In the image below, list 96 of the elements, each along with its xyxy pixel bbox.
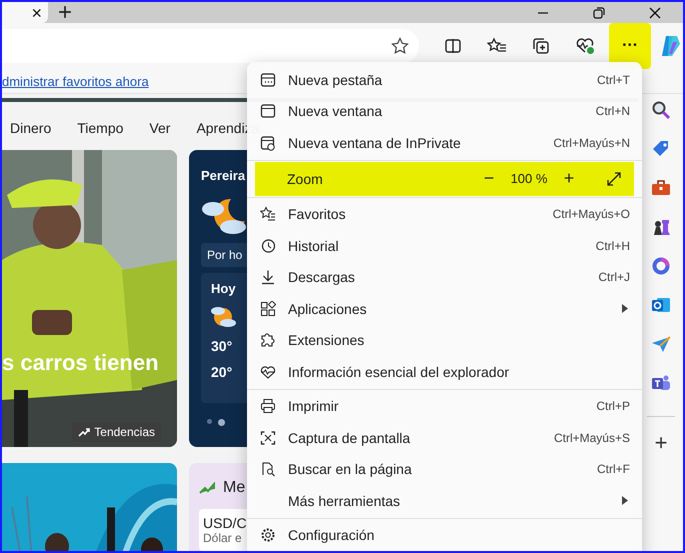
trend-arrow-icon [78,427,90,437]
menu-item-label: Favoritos [288,206,347,222]
menu-item-label: Descargas [288,269,356,286]
paper-plane-icon[interactable] [651,334,671,354]
zoom-level: 100 % [510,171,548,186]
menu-item[interactable]: Información esencial del explorador [247,356,642,388]
hourly-tab[interactable]: Por ho [201,243,247,267]
new-tab-icon [260,72,276,88]
menu-item[interactable]: Más herramientas [247,485,642,516]
close-icon[interactable] [649,6,661,18]
menu-item-label: Captura de pantalla [288,430,412,446]
trend-up-icon [199,482,215,494]
add-button[interactable]: + [654,432,668,454]
trending-badge[interactable]: Tendencias [72,422,161,442]
low-temperature: 20° [211,364,232,380]
carousel-dot[interactable] [207,419,212,424]
printer-icon [260,398,276,414]
menu-item-label: Nueva ventana de InPrivate [288,134,462,151]
shortcut-text: Ctrl+N [596,104,630,118]
mail-app-icon[interactable] [651,295,671,315]
badge-label: Tendencias [94,425,155,439]
search-icon[interactable] [651,100,671,120]
carousel-dot[interactable] [218,419,225,426]
menu-item[interactable]: Historial Ctrl+H [247,230,642,262]
collections-icon[interactable] [532,37,550,55]
zoom-out-button[interactable]: − [474,168,504,189]
markets-title: Me [223,479,246,497]
puzzle-icon [260,332,276,348]
copilot-icon[interactable] [659,34,683,58]
shortcut-text: Ctrl+Mayús+N [553,136,630,150]
currency-pair: USD/C [203,515,247,531]
window-icon [260,103,276,120]
markets-card[interactable]: Me USD/C Dólar e [189,463,247,551]
shortcut-text: Ctrl+J [598,270,630,284]
restore-icon[interactable] [593,6,605,18]
shortcut-text: Ctrl+H [596,238,630,253]
find-icon [260,461,276,478]
private-window-icon [260,134,276,151]
menu-item-label: Nueva pestaña [288,72,384,88]
menu-item[interactable]: Favoritos Ctrl+Mayús+O [247,198,642,230]
shortcut-text: Ctrl+F [597,462,630,476]
weather-card[interactable]: Pereira Por ho Hoy 30° 20° [189,150,247,447]
menu-item[interactable]: Descargas Ctrl+J [247,262,642,293]
city-name: Pereira [201,168,246,183]
menu-item-label: Información esencial del explorador [288,364,510,380]
manage-favorites-link[interactable]: dministrar favoritos ahora [2,74,149,88]
menu-item-label: Nueva ventana [288,103,384,120]
tag-icon[interactable] [651,139,671,159]
split-screen-icon[interactable] [444,37,462,55]
shortcut-text: Ctrl+P [596,399,630,414]
new-tab-button[interactable]: + [58,2,72,24]
shortcut-text: Ctrl+Mayús+S [554,430,630,445]
download-icon [260,269,276,286]
nav-tab[interactable]: Dinero [10,120,52,150]
zoom-in-button[interactable]: + [554,168,584,189]
menu-item-label: Aplicaciones [288,300,368,317]
menu-item[interactable]: Nueva ventana Ctrl+N [247,96,642,127]
browser-tab[interactable]: × [2,2,48,23]
history-icon [260,238,276,254]
day-label: Hoy [211,281,236,296]
heart-pulse-icon [260,364,276,380]
high-temperature: 30° [211,338,232,354]
menu-item-label: Imprimir [288,398,340,414]
fullscreen-icon[interactable] [606,170,622,186]
menu-item-label: Configuración [288,527,376,544]
menu-item[interactable]: Configuración [247,520,642,551]
star-list-icon [260,206,276,222]
address-field[interactable] [2,29,420,63]
close-tab-button[interactable]: × [31,4,48,22]
menu-item-label: Más herramientas [288,492,402,509]
star-icon[interactable] [391,37,410,55]
quote-tile[interactable]: USD/C Dólar e [199,509,247,551]
menu-item[interactable]: Aplicaciones [247,293,642,324]
menu-item[interactable]: Imprimir Ctrl+P [247,390,642,422]
apps-icon [260,300,276,317]
screenshot-icon [260,430,276,446]
team-app-icon[interactable] [651,373,671,393]
menu-item[interactable]: Nueva ventana de InPrivate Ctrl+Mayús+N [247,127,642,158]
menu-item-label: Extensiones [288,332,366,348]
menu-item-label: Historial [288,238,340,254]
menu-item-label: Buscar en la página [288,461,413,478]
nav-tab[interactable]: Ver [149,120,170,150]
toolbox-icon[interactable] [651,178,671,198]
shortcut-text: Ctrl+T [597,72,630,87]
ring-logo-icon[interactable] [651,256,671,276]
heart-pulse-icon[interactable] [575,37,596,55]
gear-icon [260,527,276,544]
nav-tab[interactable]: Tiempo [77,120,124,150]
menu-item[interactable]: Captura de pantalla Ctrl+Mayús+S [247,422,642,454]
menu-item[interactable]: Extensiones [247,324,642,356]
shortcut-text: Ctrl+Mayús+O [552,207,630,222]
partly-cloudy-icon [211,306,237,328]
chess-pieces-icon[interactable] [651,217,671,237]
currency-description: Dólar e [203,531,242,545]
menu-item[interactable]: Buscar en la página Ctrl+F [247,454,642,485]
zoom-label: Zoom [287,170,324,186]
